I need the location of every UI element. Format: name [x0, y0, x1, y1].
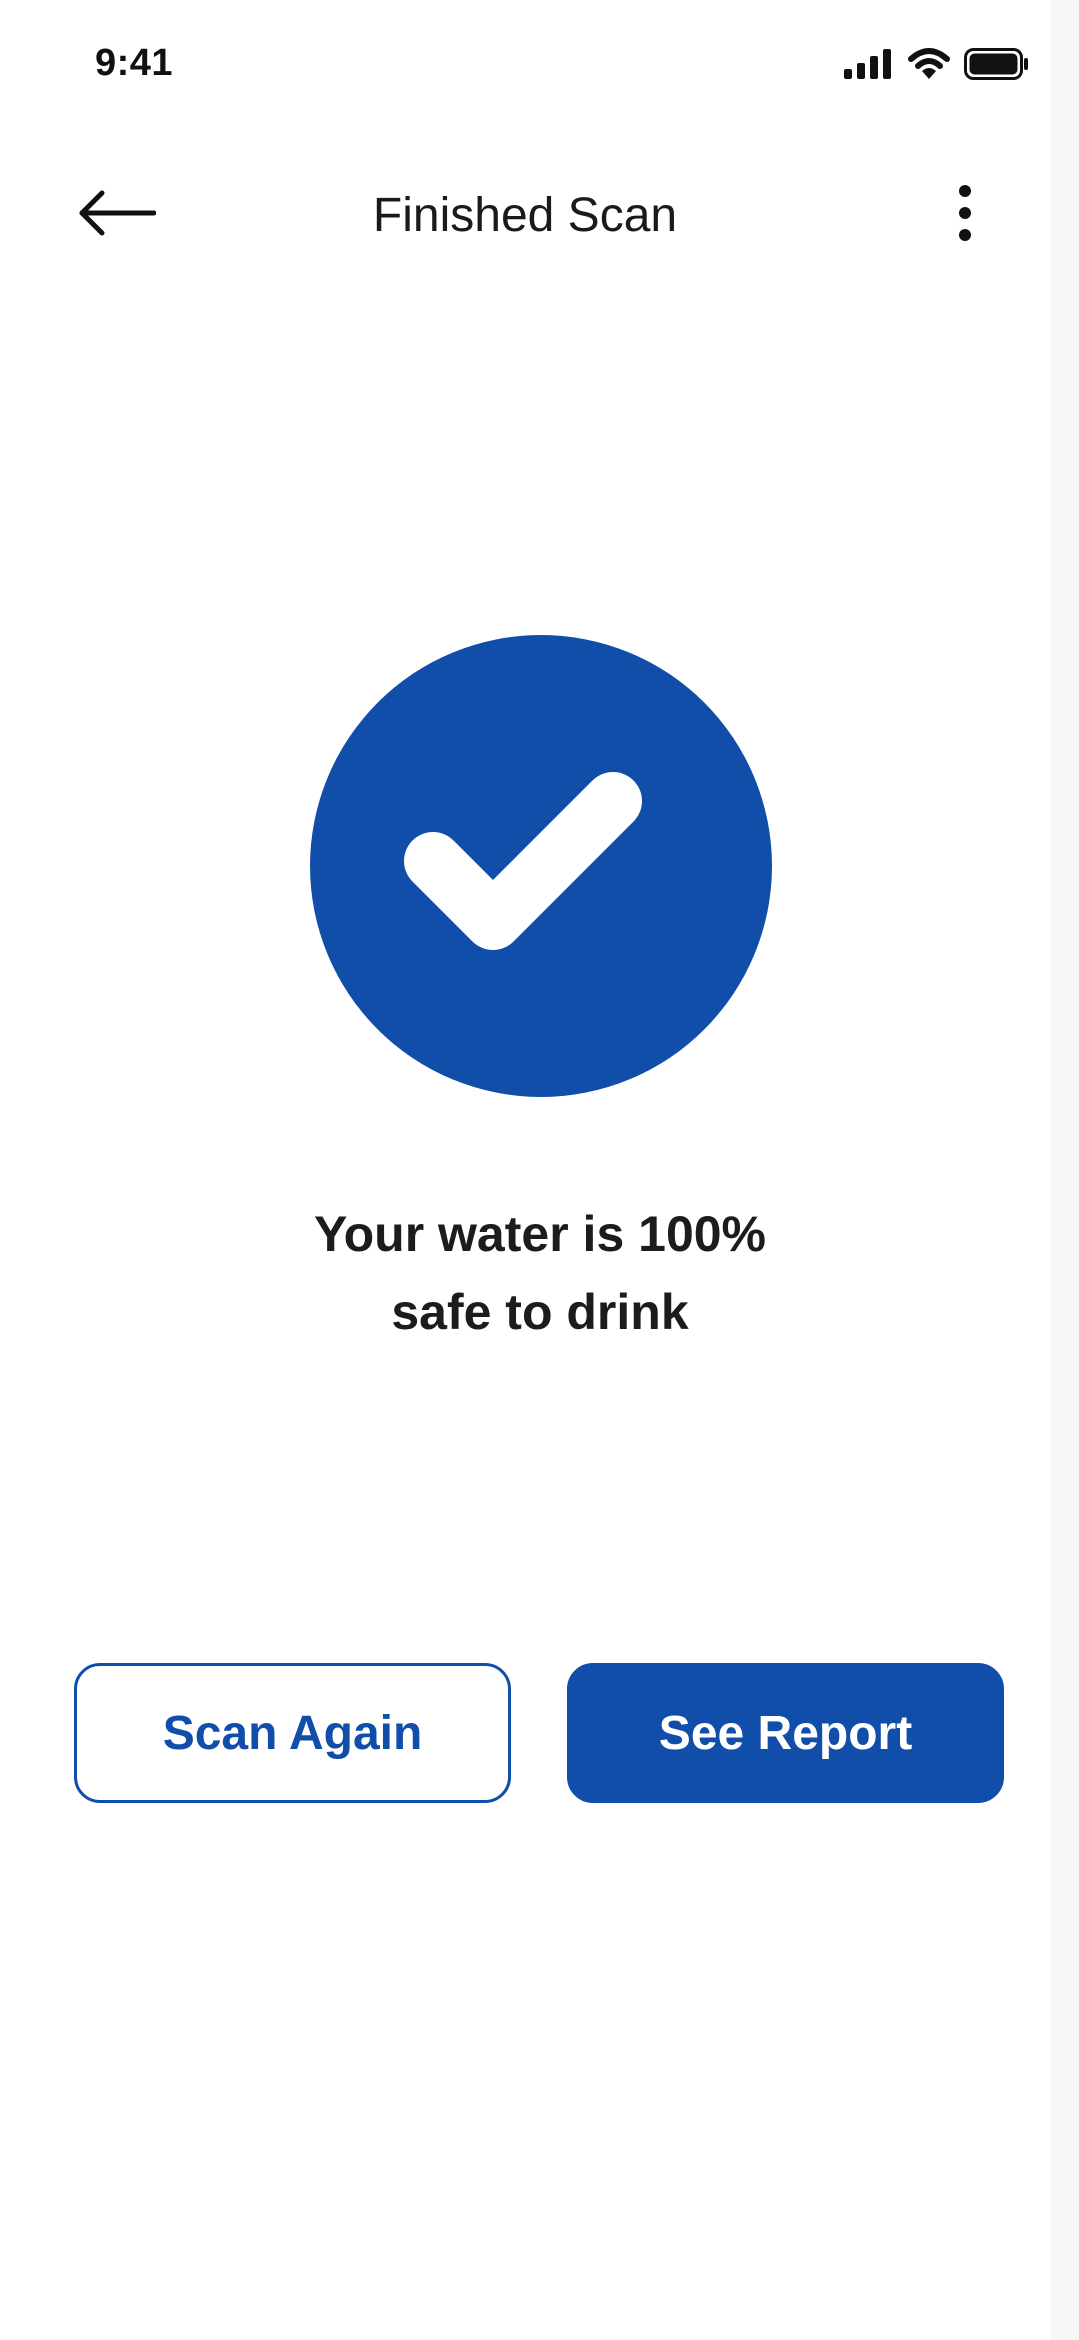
finished-scan-screen: 9:41 Finished Scan Your water is 100% sa…	[0, 0, 1050, 2340]
status-icons	[844, 48, 1030, 85]
scan-again-button[interactable]: Scan Again	[74, 1663, 511, 1803]
result-message-line-2: safe to drink	[391, 1284, 689, 1340]
more-options-button[interactable]	[940, 180, 990, 250]
signal-icon	[844, 49, 894, 84]
status-bar: 9:41	[0, 0, 1050, 130]
app-header: Finished Scan	[0, 160, 1050, 270]
page-title: Finished Scan	[372, 189, 678, 242]
status-time: 9:41	[95, 42, 174, 84]
battery-icon	[964, 48, 1030, 85]
more-vertical-icon	[958, 184, 972, 246]
wifi-icon	[908, 48, 950, 85]
result-message-line-1: Your water is 100%	[313, 1206, 767, 1262]
see-report-button[interactable]: See Report	[567, 1663, 1004, 1803]
result-message: Your water is 100% safe to drink	[150, 1195, 930, 1351]
check-circle-icon	[310, 635, 772, 1097]
